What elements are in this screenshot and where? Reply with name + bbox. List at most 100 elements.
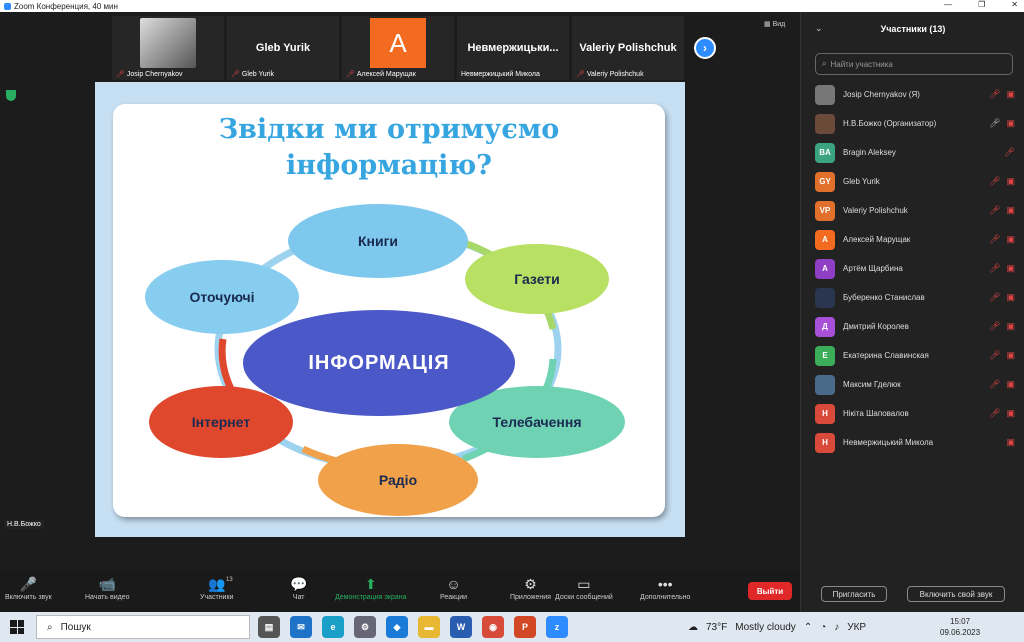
chrome-icon[interactable]: ◉ [482, 616, 504, 638]
next-page-button[interactable]: › [694, 37, 716, 59]
participant-row[interactable]: Е Екатерина Славинская 🎤︎ ▣ [815, 341, 1015, 370]
avatar: Е [815, 345, 835, 366]
participants-button[interactable]: 👥 13 Участники [200, 576, 233, 601]
unmute-self-button[interactable]: Включить свой звук [907, 586, 1005, 602]
participant-name: Артём Щарбина [843, 264, 903, 273]
video-tile[interactable]: 🎤︎ Josip Chernyakov [112, 16, 224, 80]
video-off-icon: ▣ [1006, 292, 1015, 302]
participant-status-icons: 🎤︎ ▣ [989, 234, 1015, 245]
video-off-icon: ▣ [1006, 408, 1015, 418]
node-newspapers: Газети [465, 244, 609, 314]
search-placeholder: Найти участника [830, 59, 893, 69]
windows-taskbar: ⌕ Пошук ▤ ✉ e ⚙ ◆ ▬ W ◉ Pz ☁ 73°F Mostly cloudy … [0, 612, 1024, 642]
participant-row[interactable]: Josip Chernyakov (Я) 🎤︎ ▣ [815, 80, 1015, 109]
whiteboard-icon: ▭ [577, 576, 591, 592]
windows-start-icon[interactable] [10, 620, 24, 634]
tray-up-icon[interactable]: ⌃ [804, 622, 812, 633]
participant-row[interactable]: Н Нікіта Шаповалов 🎤︎ ▣ [815, 399, 1015, 428]
node-center: ІНФОРМАЦІЯ [243, 310, 515, 416]
settings-app-icon[interactable]: ⚙ [354, 616, 376, 638]
video-off-icon: ▣ [1006, 263, 1015, 273]
participant-name: Невмержицький Микола [843, 438, 934, 447]
mic-muted-icon: 🎤︎ [989, 89, 1001, 99]
apps-button[interactable]: ⚙ Приложения [510, 576, 551, 601]
whiteboard-button[interactable]: ▭ Доски сообщений [555, 576, 613, 601]
powerpoint-icon[interactable]: P [514, 616, 536, 638]
tile-name-text: Невмержицький Микола [461, 71, 540, 78]
video-off-icon: ▣ [1006, 437, 1015, 447]
task-view-icon[interactable]: ▤ [258, 616, 280, 638]
zoom-logo-icon [4, 2, 11, 10]
participant-name: Буберенко Станислав [843, 293, 925, 302]
participant-avatar: А [370, 18, 426, 68]
language-indicator[interactable]: УКР [847, 622, 866, 633]
minimize-button[interactable]: — [944, 0, 952, 9]
video-strip: 🎤︎ Josip Chernyakov Gleb Yurik 🎤︎ Gleb Yurik… [112, 16, 692, 82]
mic-off-button[interactable]: 🎤 Включить звук [5, 576, 52, 601]
avatar: GY [815, 171, 835, 192]
window-title: Zoom Конференция, 40 мин [14, 1, 118, 11]
view-button[interactable]: ▦ Вид [764, 20, 785, 28]
tile-name-text: Josip Chernyakov [126, 70, 183, 78]
participant-row[interactable]: Н.В.Божко (Организатор) 🎤︎ ▣ [815, 109, 1015, 138]
meeting-toolbar: Выйти 🎤 Включить звук 📹 Начать видео 👥 13 Учас… [0, 570, 800, 612]
mic-muted-icon: 🎤︎ [989, 408, 1001, 418]
word-icon[interactable]: W [450, 616, 472, 638]
volume-icon[interactable]: ♪ [834, 622, 839, 633]
video-off-button[interactable]: 📹 Начать видео [85, 576, 129, 601]
video-off-icon: 📹 [98, 576, 116, 592]
zoom-app-icon[interactable]: z [546, 616, 568, 638]
network-icon[interactable]: ◔ [820, 622, 826, 633]
avatar: BA [815, 142, 835, 163]
app-icon[interactable]: ◆ [386, 616, 408, 638]
video-off-icon: ▣ [1006, 176, 1015, 186]
participant-row[interactable]: А Артём Щарбина 🎤︎ ▣ [815, 254, 1015, 283]
avatar: Д [815, 316, 835, 337]
reactions-button[interactable]: ☺ Реакции [440, 576, 467, 601]
participants-icon: 👥 [208, 576, 226, 592]
edge-icon[interactable]: e [322, 616, 344, 638]
mail-icon[interactable]: ✉ [290, 616, 312, 638]
participant-row[interactable]: Максим Гделюк 🎤︎ ▣ [815, 370, 1015, 399]
toolbar-label: Чат [292, 594, 305, 601]
shared-slide: Звідки ми отримуємо інформацію? Книги Га… [95, 82, 685, 537]
participant-row[interactable]: А Алексей Марущак 🎤︎ ▣ [815, 225, 1015, 254]
participant-row[interactable]: BA Bragin Aleksey 🎤︎ [815, 138, 1015, 167]
maximize-button[interactable]: ❐ [978, 0, 985, 9]
chat-button[interactable]: 💬 Чат [290, 576, 307, 601]
meeting-area: 🎤︎ Josip Chernyakov Gleb Yurik 🎤︎ Gleb Yurik… [0, 12, 800, 582]
avatar: А [815, 229, 835, 250]
participant-row[interactable]: Н Невмержицький Микола ▣ [815, 428, 1015, 457]
mic-muted-icon: 🎤︎ [989, 321, 1001, 331]
reactions-icon: ☺ [446, 576, 461, 592]
participants-title: Участники (13) [880, 24, 946, 34]
files-icon[interactable]: ▬ [418, 616, 440, 638]
more-icon: ••• [657, 576, 673, 592]
search-icon: ⌕ [47, 621, 53, 633]
taskbar-search[interactable]: ⌕ Пошук [36, 615, 250, 639]
participant-row[interactable]: GY Gleb Yurik 🎤︎ ▣ [815, 167, 1015, 196]
participant-search-input[interactable]: ⌕ Найти участника [815, 53, 1013, 75]
weather-text: Mostly cloudy [735, 621, 796, 633]
tile-name-label: 🎤︎ Gleb Yurik [231, 70, 275, 79]
leave-button[interactable]: Выйти [748, 582, 792, 600]
close-button[interactable]: ✕ [1011, 0, 1018, 9]
participant-name: Дмитрий Королев [843, 322, 909, 331]
security-shield-icon[interactable] [6, 90, 16, 101]
share-screen-button[interactable]: ⬆ Демонстрация экрана [335, 576, 407, 601]
video-tile[interactable]: Gleb Yurik 🎤︎ Gleb Yurik [227, 16, 339, 80]
toolbar-label: Приложения [510, 594, 551, 601]
participant-row[interactable]: Д Дмитрий Королев 🎤︎ ▣ [815, 312, 1015, 341]
participant-row[interactable]: Буберенко Станислав 🎤︎ ▣ [815, 283, 1015, 312]
more-button[interactable]: ••• Дополнительно [640, 576, 690, 601]
taskbar-clock[interactable]: 15:07 09.06.2023 [940, 616, 980, 638]
participant-status-icons: ▣ [1006, 437, 1015, 448]
video-tile[interactable]: А 🎤︎ Алексей Марущак [342, 16, 454, 80]
invite-button[interactable]: Пригласить [821, 586, 887, 602]
participant-row[interactable]: VP Valeriy Polishchuk 🎤︎ ▣ [815, 196, 1015, 225]
avatar [815, 374, 835, 395]
avatar: Н [815, 403, 835, 424]
video-tile[interactable]: Valeriy Polishchuk 🎤︎ Valeriy Polishchuk [572, 16, 684, 80]
tile-name-text: Gleb Yurik [241, 70, 275, 78]
video-tile[interactable]: Невмержицьки... Невмержицький Микола [457, 16, 569, 80]
